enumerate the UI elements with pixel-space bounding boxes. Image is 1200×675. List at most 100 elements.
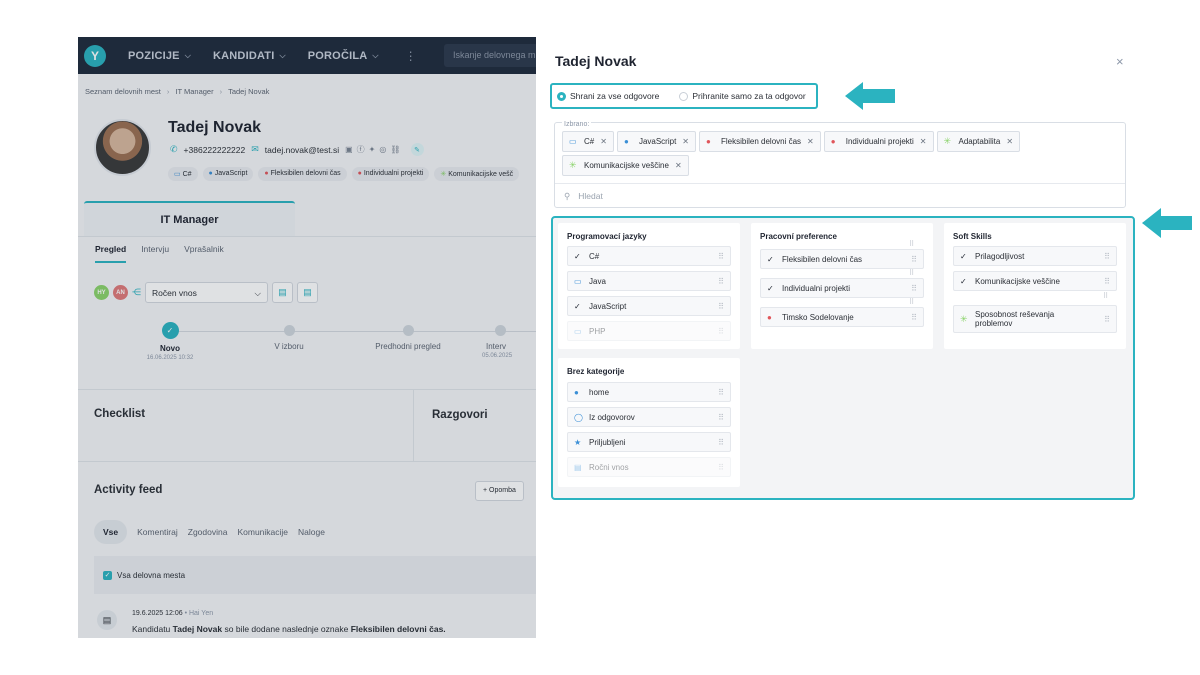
drag-handle-icon[interactable]: ⠿ <box>911 255 917 264</box>
candidate-page: Y POZICIJE ⌵ KANDIDATI ⌵ POROČILA ⌵ ⋮ Iskan… <box>78 37 550 638</box>
tag-search-input[interactable]: ⚲ Hledat <box>555 183 1125 208</box>
check-icon: ✓ <box>574 251 581 261</box>
drag-handle-icon[interactable]: ⠿ <box>1104 252 1110 261</box>
panel-title: Tadej Novak <box>555 53 637 69</box>
star-icon: ✳ <box>569 160 577 170</box>
modal-overlay[interactable] <box>78 37 536 638</box>
chip-label: Komunikacijske veščine <box>584 161 669 170</box>
remove-icon[interactable]: ✕ <box>807 137 814 146</box>
monitor-icon: ▭ <box>569 137 577 146</box>
close-icon[interactable]: × <box>1116 54 1124 69</box>
selected-label: Izbrano: <box>562 121 592 128</box>
tag-label: home <box>589 387 610 397</box>
drag-handle-icon[interactable]: ⠿ <box>718 413 724 422</box>
tag-label: Timsko Sodelovanje <box>782 312 854 322</box>
drag-handle-icon[interactable]: ⠿ <box>718 438 724 447</box>
tag-item[interactable]: ✓ Prilagodljivost ⠿ <box>953 246 1117 266</box>
tag-item[interactable]: ● Timsko Sodelovanje ⠿ <box>760 307 924 327</box>
star-icon: ✳ <box>960 313 968 324</box>
tag-label: Komunikacijske veščine <box>975 276 1060 286</box>
drag-handle-icon[interactable]: ⠿ <box>718 302 724 311</box>
tag-item[interactable]: ★ Priljubljeni ⠿ <box>567 432 731 452</box>
star-filled-icon: ★ <box>574 437 582 447</box>
selected-chip[interactable]: ✳ Adaptabilita ✕ <box>936 131 1021 152</box>
tag-item[interactable]: ◯ Iz odgovorov ⠿ <box>567 407 731 427</box>
tag-item[interactable]: ✓ C# ⠿ <box>567 246 731 266</box>
category-soft-skills: Soft Skills ✓ Prilagodljivost ⠿ ✓ Komunikac… <box>944 223 1126 349</box>
category-pracovni-preference: Pracovní preference ⠿ ✓ Fleksibilen delov… <box>751 223 933 349</box>
selected-chips: ▭ C# ✕ ● JavaScript ✕ ● Fleksibilen delovni č… <box>562 131 1042 176</box>
tag-item[interactable]: ✳ Sposobnost reševanja problemov ⠿ <box>953 305 1117 333</box>
remove-icon[interactable]: ✕ <box>600 137 607 146</box>
search-icon: ⚲ <box>564 190 571 201</box>
category-title: Brez kategorije <box>567 367 625 376</box>
annotation-arrow-icon <box>1142 208 1192 238</box>
person-icon: ● <box>830 137 836 146</box>
person-icon: ● <box>706 137 711 146</box>
tag-label: Prilagodljivost <box>975 251 1025 261</box>
check-icon: ✓ <box>960 251 967 261</box>
radio-label: Shrani za vse odgovore <box>570 91 660 101</box>
drag-handle-icon[interactable]: ⠿ <box>718 277 724 286</box>
tag-label: Ročni vnos <box>589 462 629 472</box>
tag-panel: Tadej Novak × Shrani za vse odgovore Pri… <box>536 37 1142 638</box>
radio-label: Prihranite samo za ta odgovor <box>692 91 806 101</box>
drag-handle-icon[interactable]: ⠿ <box>1104 315 1110 324</box>
tag-label: Java <box>589 276 606 286</box>
remove-icon[interactable]: ✕ <box>920 137 927 146</box>
check-icon: ✓ <box>960 276 967 286</box>
selected-chip[interactable]: ✳ Komunikacijske veščine ✕ <box>562 155 689 176</box>
remove-icon[interactable]: ✕ <box>1006 137 1013 146</box>
tag-item[interactable]: ● home ⠿ <box>567 382 731 402</box>
tag-label: C# <box>589 251 600 261</box>
drag-handle-icon[interactable]: ⠿ <box>718 327 724 336</box>
check-icon: ✓ <box>574 301 581 311</box>
remove-icon[interactable]: ✕ <box>675 161 682 170</box>
category-programovaci-jazyky: Programovací jazyky ✓ C# ⠿ ▭ Java ⠿ ✓ JavaScr… <box>558 223 740 349</box>
radio-save-this[interactable]: Prihranite samo za ta odgovor <box>679 91 806 101</box>
chip-label: Adaptabilita <box>958 137 1001 146</box>
tag-item[interactable]: ▭ Java ⠿ <box>567 271 731 291</box>
search-placeholder: Hledat <box>578 191 603 201</box>
drag-handle-icon[interactable]: ⠿ <box>718 388 724 397</box>
drag-handle-icon[interactable]: ⠿ <box>911 313 917 322</box>
tag-item[interactable]: ▭ PHP ⠿ <box>567 321 731 341</box>
remove-icon[interactable]: ✕ <box>682 137 689 146</box>
tag-label: Individualni projekti <box>782 283 851 293</box>
selected-chip[interactable]: ● Fleksibilen delovni čas ✕ <box>699 131 821 152</box>
category-title: Programovací jazyky <box>567 232 647 241</box>
category-title: Pracovní preference <box>760 232 837 241</box>
drag-handle-icon: ⠿ <box>909 299 915 306</box>
inbox-icon: ▤ <box>574 462 582 472</box>
tag-item[interactable]: ✓ JavaScript ⠿ <box>567 296 731 316</box>
tag-label: Priljubljeni <box>589 437 626 447</box>
drag-handle-icon[interactable]: ⠿ <box>911 284 917 293</box>
person-icon: ● <box>767 312 772 322</box>
chip-label: JavaScript <box>638 137 677 146</box>
monitor-icon: ▭ <box>574 326 582 336</box>
selected-chip[interactable]: ● Individualni projekti ✕ <box>823 131 934 152</box>
tag-item[interactable]: ✓ Fleksibilen delovni čas ⠿ <box>760 249 924 269</box>
radio-unselected-icon <box>679 91 689 101</box>
selected-chip[interactable]: ▭ C# ✕ <box>562 131 614 152</box>
check-icon: ✓ <box>767 283 774 293</box>
drag-handle-icon: ⠿ <box>909 270 915 277</box>
drag-handle-icon[interactable]: ⠿ <box>1104 277 1110 286</box>
category-brez-kategorije: Brez kategorije ● home ⠿ ◯ Iz odgovorov ⠿ ★ P… <box>558 358 740 487</box>
drag-handle-icon[interactable]: ⠿ <box>718 463 724 472</box>
annotation-arrow-icon <box>845 82 895 110</box>
selected-chip[interactable]: ● JavaScript ✕ <box>616 131 696 152</box>
person-icon: ● <box>623 137 629 146</box>
tag-item[interactable]: ▤ Ročni vnos ⠿ <box>567 457 731 477</box>
tag-categories-board: Programovací jazyky ✓ C# ⠿ ▭ Java ⠿ ✓ JavaScr… <box>551 216 1135 500</box>
tag-label: Fleksibilen delovni čas <box>782 254 863 264</box>
tag-item[interactable]: ✓ Individualni projekti ⠿ <box>760 278 924 298</box>
star-icon: ✳ <box>943 136 952 146</box>
monitor-icon: ▭ <box>574 276 582 286</box>
app-frame: Y POZICIJE ⌵ KANDIDATI ⌵ POROČILA ⌵ ⋮ Iskan… <box>78 37 1142 638</box>
chip-label: Fleksibilen delovni čas <box>721 137 802 146</box>
radio-save-all[interactable]: Shrani za vse odgovore <box>557 91 659 101</box>
check-icon: ✓ <box>767 254 774 264</box>
drag-handle-icon[interactable]: ⠿ <box>718 252 724 261</box>
tag-item[interactable]: ✓ Komunikacijske veščine ⠿ <box>953 271 1117 291</box>
